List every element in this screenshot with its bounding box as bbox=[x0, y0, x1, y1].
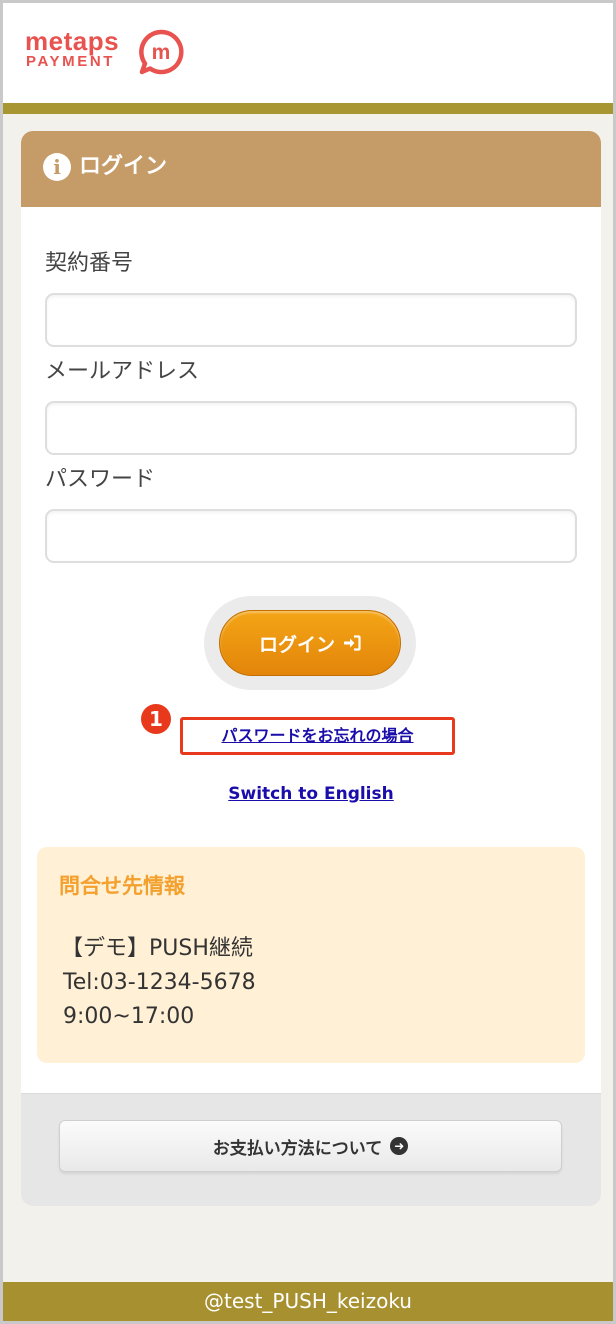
contact-hours: 9:00~17:00 bbox=[63, 1004, 195, 1029]
login-button[interactable]: ログイン bbox=[219, 610, 401, 676]
payment-method-label: お支払い方法について bbox=[212, 1138, 383, 1159]
logo: metaps PAYMENT m bbox=[25, 27, 195, 77]
contact-info-box: 問合せ先情報 【デモ】PUSH継続 Tel:03-1234-5678 9:00~… bbox=[37, 847, 585, 1063]
info-icon: i bbox=[43, 153, 71, 181]
contract-number-input[interactable] bbox=[45, 293, 577, 347]
login-card-header: i ログイン bbox=[21, 131, 601, 207]
arrow-circle-right-icon: ➜ bbox=[390, 1137, 409, 1155]
login-card: i ログイン 契約番号 メールアドレス パスワード ログイン 1 パスワードをお… bbox=[21, 131, 601, 1206]
email-input[interactable] bbox=[45, 401, 577, 455]
contract-number-label: 契約番号 bbox=[45, 251, 134, 276]
switch-to-english-link[interactable]: Switch to English bbox=[21, 780, 601, 808]
forgot-password-link[interactable]: パスワードをお忘れの場合 bbox=[180, 721, 455, 751]
login-card-title: ログイン bbox=[79, 154, 168, 179]
logo-subtitle: PAYMENT bbox=[26, 53, 116, 70]
step-marker-badge: 1 bbox=[141, 704, 171, 734]
logo-mark-icon: m bbox=[139, 29, 184, 75]
page-frame: metaps PAYMENT m i ログイン 契約番号 メールアドレス パスワ… bbox=[0, 0, 616, 1324]
sign-in-icon bbox=[344, 635, 361, 651]
logo-mark-letter: m bbox=[152, 41, 171, 64]
email-label: メールアドレス bbox=[45, 359, 200, 384]
footer-account-label: @test_PUSH_keizoku bbox=[3, 1282, 613, 1321]
contact-info-title: 問合せ先情報 bbox=[59, 874, 185, 898]
login-button-label: ログイン bbox=[258, 633, 335, 656]
payment-method-button[interactable]: お支払い方法について ➜ bbox=[59, 1120, 562, 1172]
header: metaps PAYMENT m bbox=[3, 3, 613, 103]
password-label: パスワード bbox=[45, 467, 156, 492]
card-footer: お支払い方法について ➜ bbox=[21, 1093, 601, 1206]
logo-wordmark: metaps bbox=[25, 26, 120, 56]
header-divider bbox=[3, 103, 613, 114]
contact-tel: Tel:03-1234-5678 bbox=[63, 970, 256, 995]
contact-name: 【デモ】PUSH継続 bbox=[61, 936, 253, 961]
password-input[interactable] bbox=[45, 509, 577, 563]
login-button-well: ログイン bbox=[204, 596, 416, 690]
